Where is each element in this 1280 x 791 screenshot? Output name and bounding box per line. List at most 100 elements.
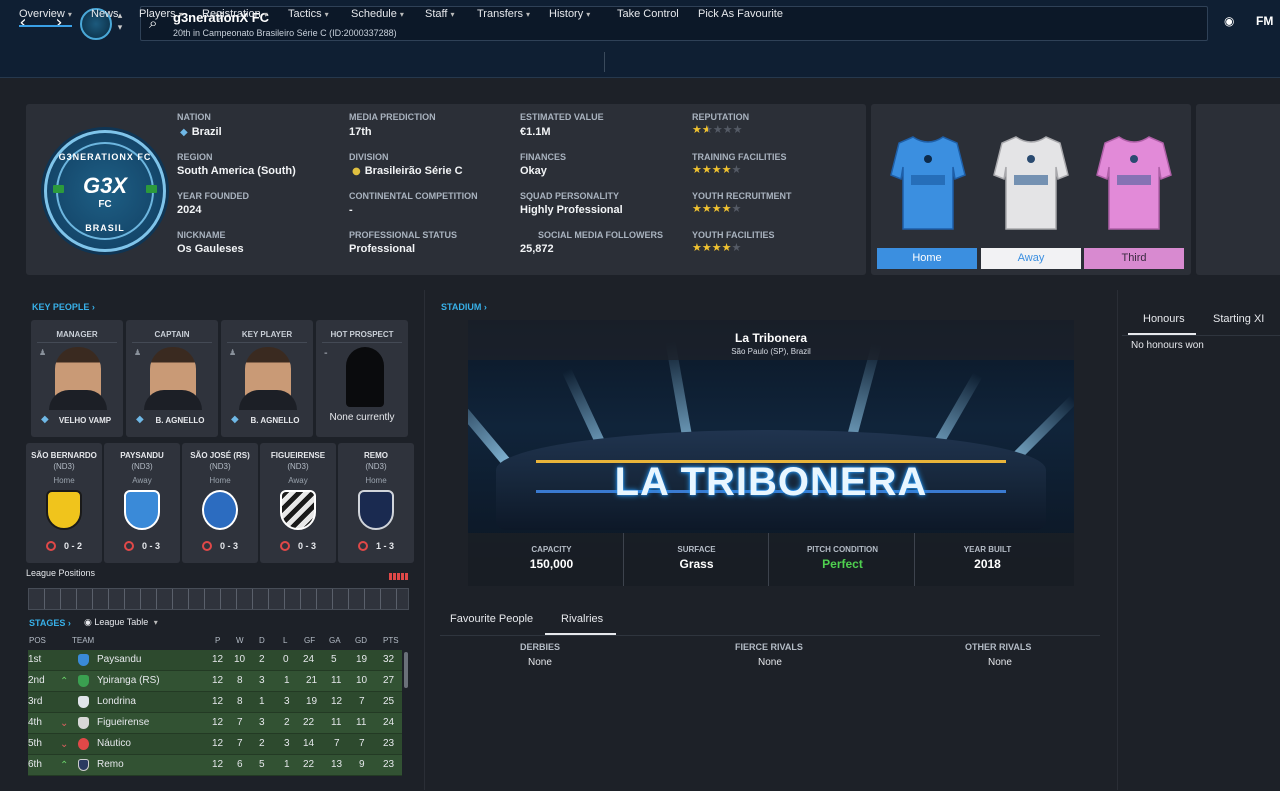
row-l: 0 bbox=[283, 654, 289, 665]
menu-players[interactable]: Players ▾ bbox=[139, 8, 183, 20]
menu-history[interactable]: History ▾ bbox=[549, 8, 590, 20]
row-gd: 19 bbox=[356, 654, 368, 665]
col-header-pos[interactable]: POS bbox=[29, 636, 46, 645]
chevron-right-icon: › bbox=[91, 302, 95, 312]
nation-value[interactable]: ◆ Brazil bbox=[180, 126, 222, 138]
training-label: TRAINING FACILITIES bbox=[692, 152, 787, 162]
fm-logo[interactable]: FM bbox=[1256, 14, 1273, 28]
table-row[interactable]: 3rd Londrina 12 8 1 3 19 12 7 25 bbox=[28, 692, 402, 713]
division-value[interactable]: ● Brasileirão Série C bbox=[352, 165, 463, 177]
tab-honours[interactable]: Honours bbox=[1143, 313, 1185, 325]
captain-card[interactable]: CAPTAIN ♟ ◆ B. AGNELLO bbox=[126, 320, 218, 437]
row-p: 12 bbox=[212, 696, 224, 707]
col-header-d[interactable]: D bbox=[259, 636, 265, 645]
loss-icon bbox=[357, 541, 368, 551]
table-row[interactable]: 1st Paysandu 12 10 2 0 24 5 19 32 bbox=[28, 650, 402, 671]
table-row[interactable]: 5th ⌄ Náutico 12 7 2 3 14 7 7 23 bbox=[28, 734, 402, 755]
row-pts: 23 bbox=[383, 738, 395, 749]
finances-value: Okay bbox=[520, 165, 547, 177]
brain-icon[interactable]: ◉ bbox=[1224, 14, 1234, 28]
row-team[interactable]: Figueirense bbox=[97, 717, 149, 728]
stages-heading[interactable]: STAGES › bbox=[29, 618, 71, 628]
menu-overview[interactable]: Overview ▾ bbox=[19, 8, 72, 27]
row-ga: 5 bbox=[331, 654, 337, 665]
nation-flag-icon: ◆ bbox=[180, 127, 188, 138]
col-header-gd[interactable]: GD bbox=[355, 636, 367, 645]
paysandu-crest-icon bbox=[124, 490, 160, 530]
menu-registration[interactable]: Registration ▾ bbox=[202, 8, 268, 20]
tab-starting-xi[interactable]: Starting XI bbox=[1213, 313, 1264, 325]
crest-bottom-text: BRASIL bbox=[85, 223, 125, 233]
row-pos: 2nd bbox=[28, 675, 45, 686]
row-pts: 27 bbox=[383, 675, 395, 686]
table-scrollbar[interactable] bbox=[404, 652, 408, 688]
menu-pick-favourite[interactable]: Pick As Favourite bbox=[698, 8, 783, 20]
fixture-division: (ND3) bbox=[131, 462, 153, 471]
col-header-w[interactable]: W bbox=[236, 636, 244, 645]
third-kit-shirt[interactable] bbox=[1095, 135, 1173, 231]
row-p: 12 bbox=[212, 654, 224, 665]
menu-take-control[interactable]: Take Control bbox=[617, 8, 679, 20]
table-row[interactable]: 2nd ⌃ Ypiranga (RS) 12 8 3 1 21 11 10 27 bbox=[28, 671, 402, 692]
stage-dropdown[interactable]: ◉ League Table ▾ bbox=[84, 617, 158, 628]
tab-rivalries[interactable]: Rivalries bbox=[561, 613, 603, 625]
card-name: B. AGNELLO bbox=[155, 416, 205, 425]
chevron-right-icon: › bbox=[67, 618, 71, 628]
social-value: 25,872 bbox=[520, 243, 554, 255]
hot-prospect-card[interactable]: HOT PROSPECT - None currently bbox=[316, 320, 408, 437]
stadium-image[interactable]: LA TRIBONERA La Tribonera São Paulo (SP)… bbox=[468, 320, 1074, 586]
fixture-card[interactable]: REMO (ND3) Home 1 - 3 bbox=[338, 443, 414, 563]
row-team[interactable]: Ypiranga (RS) bbox=[97, 675, 160, 686]
fixture-card[interactable]: PAYSANDU (ND3) Away 0 - 3 bbox=[104, 443, 180, 563]
menu-news[interactable]: News bbox=[91, 8, 119, 20]
fixture-card[interactable]: SÃO BERNARDO (ND3) Home 0 - 2 bbox=[26, 443, 102, 563]
division-label: DIVISION bbox=[349, 152, 389, 162]
row-team[interactable]: Paysandu bbox=[97, 654, 141, 665]
home-kit-button[interactable]: Home bbox=[877, 248, 977, 269]
away-kit-button[interactable]: Away bbox=[981, 248, 1081, 269]
home-kit-shirt[interactable] bbox=[889, 135, 967, 231]
card-divider bbox=[227, 342, 307, 343]
league-positions-graph[interactable] bbox=[28, 588, 409, 610]
table-row[interactable]: 6th ⌃ Remo 12 6 5 1 22 13 9 23 bbox=[28, 755, 402, 776]
col-header-gf[interactable]: GF bbox=[304, 636, 315, 645]
team-crest-icon bbox=[78, 654, 89, 666]
value-label: ESTIMATED VALUE bbox=[520, 112, 604, 122]
row-team[interactable]: Náutico bbox=[97, 738, 131, 749]
chevron-down-icon: ▾ bbox=[526, 10, 531, 19]
row-team[interactable]: Londrina bbox=[97, 696, 136, 707]
row-ga: 13 bbox=[331, 759, 343, 770]
table-row[interactable]: 4th ⌄ Figueirense 12 7 3 2 22 11 11 24 bbox=[28, 713, 402, 734]
status-label: PROFESSIONAL STATUS bbox=[349, 230, 458, 240]
col-header-ga[interactable]: GA bbox=[329, 636, 341, 645]
row-pos: 3rd bbox=[28, 696, 43, 707]
row-gf: 24 bbox=[303, 654, 315, 665]
row-team[interactable]: Remo bbox=[97, 759, 124, 770]
remo-crest-icon bbox=[358, 490, 394, 530]
third-kit-button[interactable]: Third bbox=[1084, 248, 1184, 269]
nickname-label: NICKNAME bbox=[177, 230, 226, 240]
menu-transfers[interactable]: Transfers ▾ bbox=[477, 8, 530, 20]
col-header-l[interactable]: L bbox=[283, 636, 287, 645]
key-player-card[interactable]: KEY PLAYER ♟ ◆ B. AGNELLO bbox=[221, 320, 313, 437]
row-l: 3 bbox=[284, 738, 290, 749]
manager-card[interactable]: MANAGER ♟ ◆ VELHO VAMP bbox=[31, 320, 123, 437]
youth-stars: ★★★★★ bbox=[692, 241, 742, 254]
fixture-result: 0 - 3 bbox=[104, 541, 180, 551]
menu-staff[interactable]: Staff ▾ bbox=[425, 8, 454, 20]
tab-favourite-people[interactable]: Favourite People bbox=[450, 613, 533, 625]
fixture-division: (ND3) bbox=[365, 462, 387, 471]
col-header-pts[interactable]: PTS bbox=[383, 636, 399, 645]
col-header-p[interactable]: P bbox=[215, 636, 220, 645]
menu-schedule[interactable]: Schedule ▾ bbox=[351, 8, 404, 20]
stadium-heading[interactable]: STADIUM › bbox=[441, 302, 487, 312]
away-kit-shirt[interactable] bbox=[992, 135, 1070, 231]
manager-shoulders bbox=[49, 390, 107, 410]
reputation-stars: ★★★★★★ bbox=[692, 123, 743, 136]
fixture-card[interactable]: SÃO JOSÉ (RS) (ND3) Home 0 - 3 bbox=[182, 443, 258, 563]
row-gf: 21 bbox=[306, 675, 318, 686]
menu-tactics[interactable]: Tactics ▾ bbox=[288, 8, 329, 20]
col-header-team[interactable]: TEAM bbox=[72, 636, 94, 645]
fixture-card[interactable]: FIGUEIRENSE (ND3) Away 0 - 3 bbox=[260, 443, 336, 563]
key-people-heading[interactable]: KEY PEOPLE › bbox=[32, 302, 95, 312]
